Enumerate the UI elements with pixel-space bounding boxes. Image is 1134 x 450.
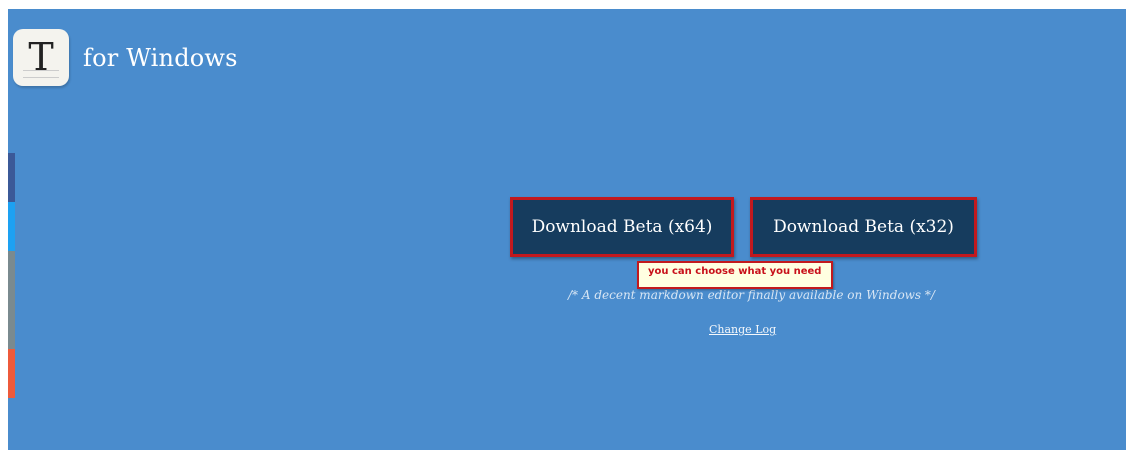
share-sidebar [8, 153, 15, 398]
facebook-share-icon[interactable] [8, 153, 15, 202]
change-log-link[interactable]: Change Log [709, 323, 776, 336]
download-x64-button[interactable]: Download Beta (x64) [510, 197, 734, 257]
typora-logo[interactable]: T [13, 29, 69, 86]
share-icon[interactable] [8, 251, 15, 300]
twitter-share-icon[interactable] [8, 202, 15, 251]
tagline: /* A decent markdown editor finally avai… [568, 288, 935, 302]
logo-lines-decoration [23, 70, 59, 78]
page-background: T for Windows Download Beta (x64) Downlo… [8, 9, 1126, 450]
share-icon[interactable] [8, 300, 15, 349]
annotation-tooltip: you can choose what you need [637, 261, 833, 289]
download-x32-button[interactable]: Download Beta (x32) [750, 197, 977, 257]
brand-title: for Windows [83, 44, 238, 72]
share-icon[interactable] [8, 349, 15, 398]
